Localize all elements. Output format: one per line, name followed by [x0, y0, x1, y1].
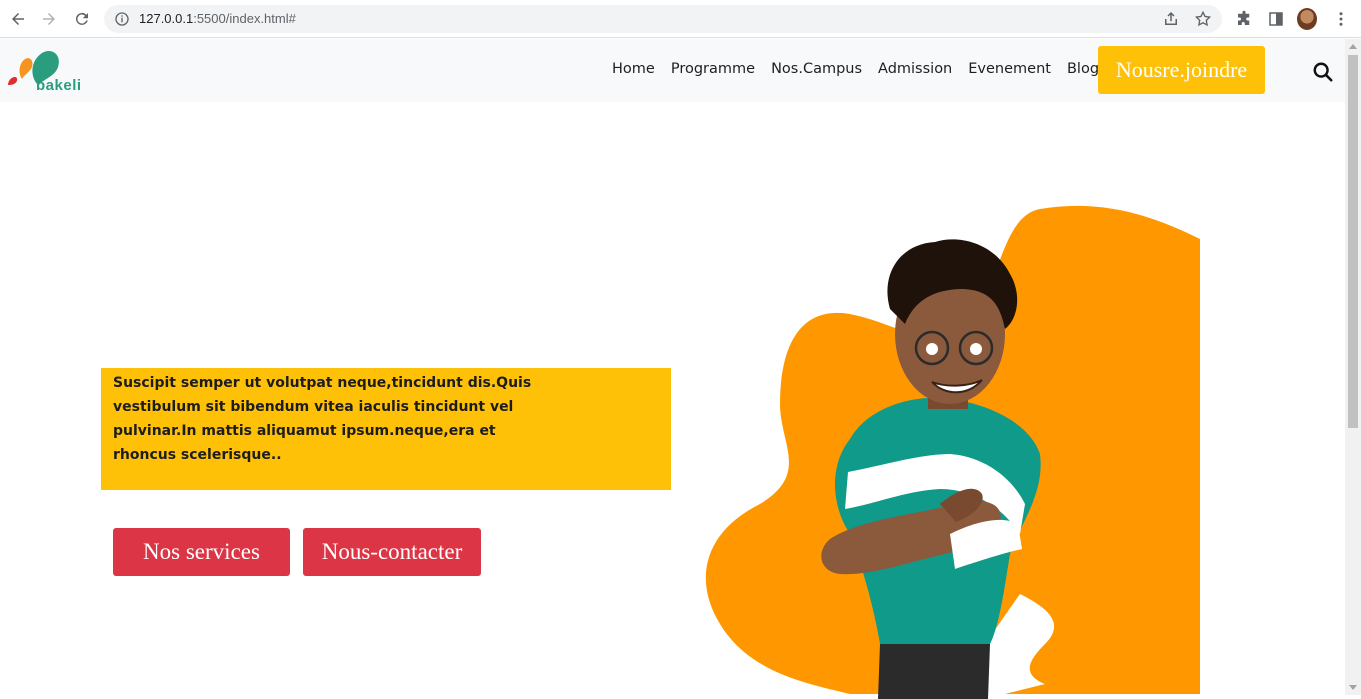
- eye-left-shape: [926, 343, 938, 355]
- star-icon[interactable]: [1194, 10, 1212, 28]
- url-text[interactable]: 127.0.0.1:5500/index.html#: [139, 11, 296, 26]
- services-button[interactable]: Nos services: [113, 528, 290, 576]
- address-bar[interactable]: 127.0.0.1:5500/index.html#: [104, 5, 1222, 33]
- menu-item-home[interactable]: Home: [612, 61, 655, 77]
- url-host: 127.0.0.1: [139, 11, 194, 26]
- menu-dots-icon[interactable]: [1331, 9, 1351, 29]
- hero-text: Suscipit semper ut volutpat neque,tincid…: [113, 375, 532, 463]
- main-menu: Home Programme Nos.Campus Admission Even…: [612, 61, 1115, 77]
- share-icon[interactable]: [1162, 10, 1180, 28]
- hero-illustration: [705, 205, 1200, 699]
- contact-button[interactable]: Nous-contacter: [303, 528, 481, 576]
- scroll-up-icon[interactable]: [1349, 44, 1357, 49]
- menu-item-blog[interactable]: Blog: [1067, 61, 1099, 77]
- menu-item-evenement[interactable]: Evenement: [968, 61, 1051, 77]
- search-icon[interactable]: [1312, 61, 1334, 83]
- back-arrow-icon[interactable]: [7, 8, 29, 30]
- reload-icon[interactable]: [71, 8, 93, 30]
- menu-item-programme[interactable]: Programme: [671, 61, 755, 77]
- menu-item-admission[interactable]: Admission: [878, 61, 952, 77]
- site-navbar: bakeli Home Programme Nos.Campus Admissi…: [0, 39, 1345, 102]
- url-path: :5500/index.html#: [193, 11, 296, 26]
- eye-right-shape: [970, 343, 982, 355]
- logo-text: bakeli: [36, 77, 82, 94]
- hero-text-box: Suscipit semper ut volutpat neque,tincid…: [101, 368, 671, 490]
- profile-avatar[interactable]: [1297, 8, 1317, 30]
- pants-shape: [878, 644, 990, 699]
- scroll-thumb[interactable]: [1348, 55, 1358, 428]
- side-panel-icon[interactable]: [1266, 9, 1286, 29]
- scroll-down-icon[interactable]: [1349, 685, 1357, 690]
- info-icon[interactable]: [114, 11, 130, 27]
- browser-toolbar: 127.0.0.1:5500/index.html#: [0, 0, 1361, 38]
- forward-arrow-icon[interactable]: [38, 8, 60, 30]
- page-content: bakeli Home Programme Nos.Campus Admissi…: [0, 39, 1345, 699]
- vertical-scrollbar[interactable]: [1345, 39, 1361, 695]
- extensions-icon[interactable]: [1234, 9, 1254, 29]
- join-us-button[interactable]: Nousre.joindre: [1098, 46, 1265, 94]
- menu-item-campus[interactable]: Nos.Campus: [771, 61, 862, 77]
